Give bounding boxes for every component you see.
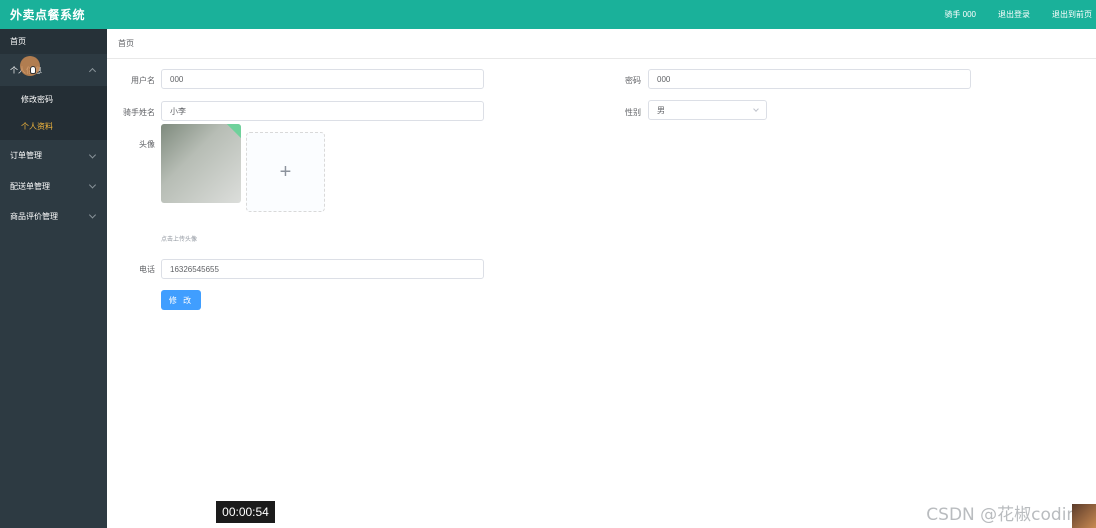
sidebar-item-home[interactable]: 首页 [0,29,107,54]
gender-label: 性别 [625,108,641,117]
video-timer: 00:00:54 [216,501,275,523]
breadcrumb-home[interactable]: 首页 [118,38,134,49]
plus-icon: + [279,160,292,183]
sidebar-item-label: 个人资料 [21,122,53,131]
sidebar-item-label: 配送单管理 [10,181,50,191]
header-actions: 骑手 000 退出登录 退出到前页 [944,9,1096,20]
gender-selected-value: 男 [657,105,665,115]
phone-label: 电话 [139,265,155,274]
rider-name-input[interactable]: 小李 [161,101,484,121]
main-content: 首页 用户名 000 密码 000 骑手姓名 小李 性别 男 头像 + 点击上传… [107,29,1096,528]
success-corner-badge [226,124,241,139]
watermark: CSDN @花椒coding [926,505,1088,525]
phone-input[interactable]: 16326545655 [161,259,484,279]
exit-to-front-link[interactable]: 退出到前页 [1052,9,1092,20]
avatar-label: 头像 [139,140,155,149]
chevron-down-icon [753,106,759,112]
breadcrumb: 首页 [107,29,1096,59]
password-input[interactable]: 000 [648,69,971,89]
sidebar-item-personal[interactable]: 个人信息 [0,54,107,86]
hand-cursor-icon [30,66,36,74]
avatar-image [161,124,241,203]
top-header: 外卖点餐系统 骑手 000 退出登录 退出到前页 [0,0,1096,29]
sidebar-item-reviews[interactable]: 商品评价管理 [0,201,107,231]
current-user: 骑手 000 [944,10,976,19]
submenu-personal: 修改密码 个人资料 [0,86,107,140]
password-label: 密码 [625,76,641,85]
sidebar-item-label: 首页 [10,37,26,46]
sidebar-item-label: 商品评价管理 [10,211,58,221]
app-title: 外卖点餐系统 [10,8,86,22]
avatar-upload-button[interactable]: + [246,132,325,212]
sidebar-item-orders[interactable]: 订单管理 [0,140,107,171]
logout-link[interactable]: 退出登录 [998,9,1030,20]
upload-hint: 点击上传头像 [161,237,198,243]
sidebar-item-profile[interactable]: 个人资料 [0,113,107,140]
username-input[interactable]: 000 [161,69,484,89]
sidebar-item-label: 修改密码 [21,95,53,104]
sidebar-item-delivery[interactable]: 配送单管理 [0,171,107,201]
sidebar-item-change-password[interactable]: 修改密码 [0,86,107,113]
chevron-down-icon [88,211,97,219]
chevron-up-icon [88,67,97,76]
submit-button[interactable]: 修 改 [161,290,201,310]
corner-thumbnail [1072,504,1096,528]
username-label: 用户名 [131,76,155,85]
rider-name-label: 骑手姓名 [123,108,155,117]
chevron-down-icon [88,181,97,189]
gender-select[interactable]: 男 [648,100,767,120]
sidebar: 首页 个人信息 修改密码 个人资料 订单管理 配送单管理 商品评价管理 [0,29,107,528]
sidebar-item-label: 订单管理 [10,151,42,160]
chevron-down-icon [88,150,97,159]
